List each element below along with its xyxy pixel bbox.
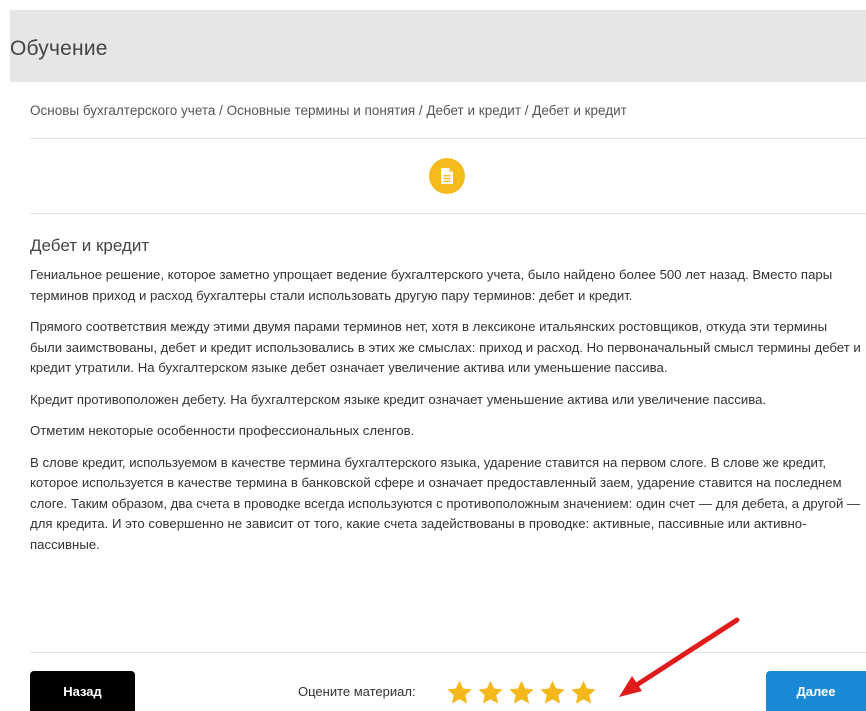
rating-label: Оцените материал: <box>298 684 416 699</box>
star-icon[interactable] <box>569 679 598 707</box>
lesson-content: Дебет и кредит Гениальное решение, котор… <box>30 236 862 566</box>
page-title: Обучение <box>10 37 108 60</box>
star-icon[interactable] <box>538 679 567 707</box>
lesson-paragraph: Гениальное решение, которое заметно упро… <box>30 267 833 303</box>
next-button[interactable]: Далее <box>766 671 866 711</box>
page-header: Обучение <box>10 10 866 82</box>
lesson-paragraph: Отметим некоторые особенности профессион… <box>30 423 415 438</box>
star-icon[interactable] <box>476 679 505 707</box>
lesson-paragraph: В слове кредит, используемом в качестве … <box>30 454 861 552</box>
divider-middle <box>30 213 866 214</box>
star-icon[interactable] <box>507 679 536 707</box>
rating-stars[interactable] <box>445 679 598 707</box>
breadcrumb[interactable]: Основы бухгалтерского учета / Основные т… <box>30 103 627 118</box>
document-badge <box>429 158 465 194</box>
lesson-title: Дебет и кредит <box>30 236 150 255</box>
lesson-paragraph: Прямого соответствия между этими двумя п… <box>30 319 861 375</box>
lesson-paragraph: Кредит противоположен дебету. На бухгалт… <box>30 391 767 407</box>
divider-top <box>30 138 866 139</box>
star-icon[interactable] <box>445 679 474 707</box>
back-button[interactable]: Назад <box>30 671 135 711</box>
document-icon <box>441 168 453 184</box>
page: Обучение Основы бухгалтерского учета / О… <box>0 0 866 711</box>
divider-bottom <box>30 652 866 653</box>
